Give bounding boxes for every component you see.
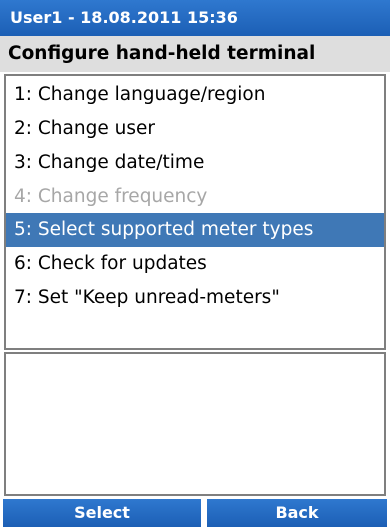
menu-item-change-user[interactable]: 2: Change user [6,112,384,146]
page-title: Configure hand-held terminal [0,36,390,72]
menu-item-label: 7: Set "Keep unread-meters" [14,287,280,308]
back-button[interactable]: Back [207,499,387,527]
menu-item-select-meter-types[interactable]: 5: Select supported meter types [6,213,384,247]
menu-item-change-date-time[interactable]: 3: Change date/time [6,146,384,180]
menu-item-label: 5: Select supported meter types [14,219,314,240]
menu-item-label: 1: Change language/region [14,84,266,105]
title-bar: User1 - 18.08.2011 15:36 [0,0,390,36]
menu-item-check-updates[interactable]: 6: Check for updates [6,247,384,281]
menu-item-label: 2: Change user [14,118,155,139]
softkey-bar: Select Back [0,496,390,527]
menu-item-change-frequency: 4: Change frequency [6,180,384,214]
menu-item-change-language[interactable]: 1: Change language/region [6,78,384,112]
select-button[interactable]: Select [3,499,201,527]
menu-item-label: 6: Check for updates [14,253,207,274]
menu-item-label: 3: Change date/time [14,152,205,173]
title-bar-text: User1 - 18.08.2011 15:36 [10,8,238,27]
menu-list: 1: Change language/region 2: Change user… [4,74,386,350]
details-panel [4,352,386,496]
page-title-text: Configure hand-held terminal [8,43,316,64]
back-button-label: Back [275,503,319,522]
menu-item-keep-unread-meters[interactable]: 7: Set "Keep unread-meters" [6,281,384,315]
menu-item-label: 4: Change frequency [14,186,208,207]
select-button-label: Select [74,503,130,522]
